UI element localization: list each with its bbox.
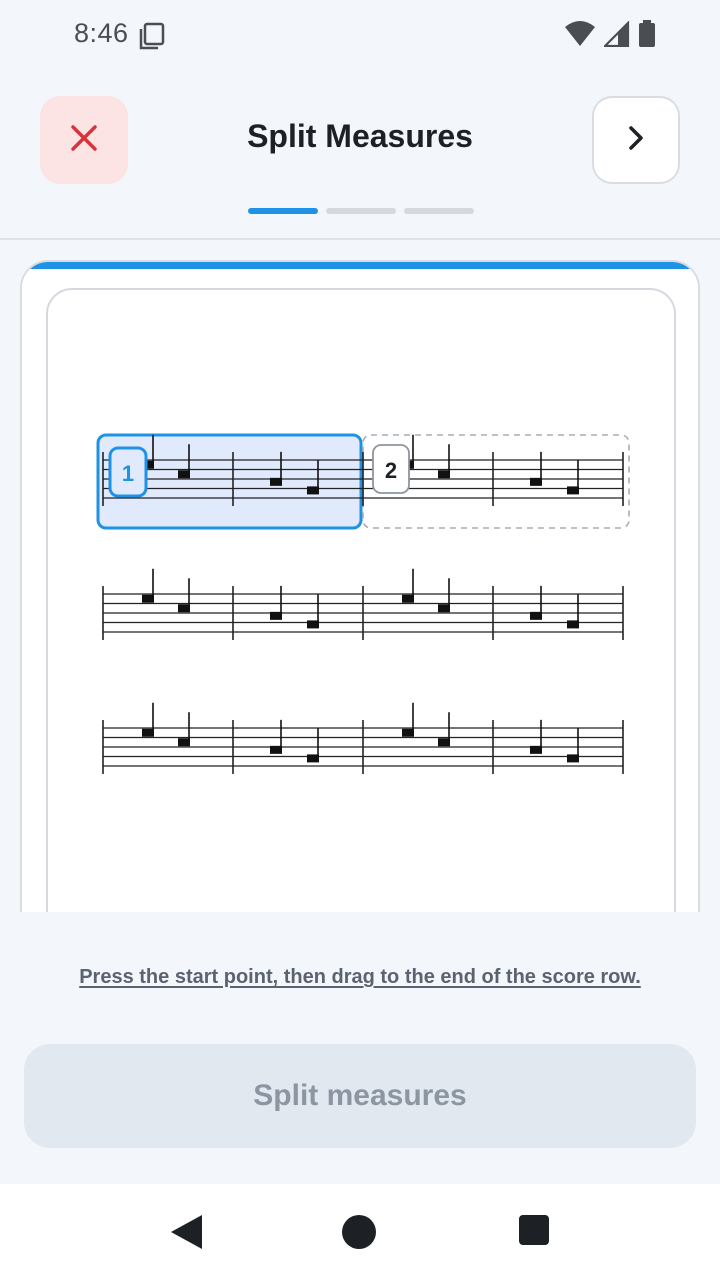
sim-card-icon [139, 22, 165, 55]
staff-row-3 [102, 702, 624, 774]
next-button[interactable] [592, 96, 680, 184]
status-icons [564, 20, 656, 53]
score-canvas[interactable]: 1 2 [48, 290, 678, 912]
system-nav-bar [0, 1184, 720, 1280]
step-progress [248, 208, 474, 214]
staff-row-2 [102, 568, 624, 640]
step-indicator-2 [326, 208, 396, 214]
selection-marker-2-label: 2 [385, 458, 397, 483]
wifi-icon [564, 21, 596, 52]
close-button[interactable] [40, 96, 128, 184]
step-indicator-3 [404, 208, 474, 214]
card-accent-bar [22, 262, 698, 269]
step-indicator-1 [248, 208, 318, 214]
score-panel[interactable]: 1 2 [46, 288, 676, 912]
recents-square-icon[interactable] [518, 1214, 550, 1251]
top-bar: Split Measures [0, 70, 720, 240]
selection-marker-2[interactable]: 2 [372, 444, 410, 494]
home-circle-icon[interactable] [341, 1214, 377, 1255]
battery-icon [638, 20, 656, 53]
page-title: Split Measures [247, 118, 473, 154]
split-measures-button[interactable]: Split measures [24, 1044, 696, 1148]
selection-marker-1[interactable]: 1 [108, 446, 148, 498]
close-icon [69, 123, 99, 158]
chevron-right-icon [625, 125, 647, 156]
score-card: 1 2 [20, 260, 700, 912]
cellular-signal-icon [602, 20, 630, 52]
selection-marker-1-label: 1 [122, 461, 134, 486]
instruction-hint: Press the start point, then drag to the … [79, 966, 641, 988]
status-time: 8:46 [74, 18, 129, 48]
status-bar: 8:46 [0, 0, 720, 70]
back-triangle-icon[interactable] [168, 1214, 204, 1255]
